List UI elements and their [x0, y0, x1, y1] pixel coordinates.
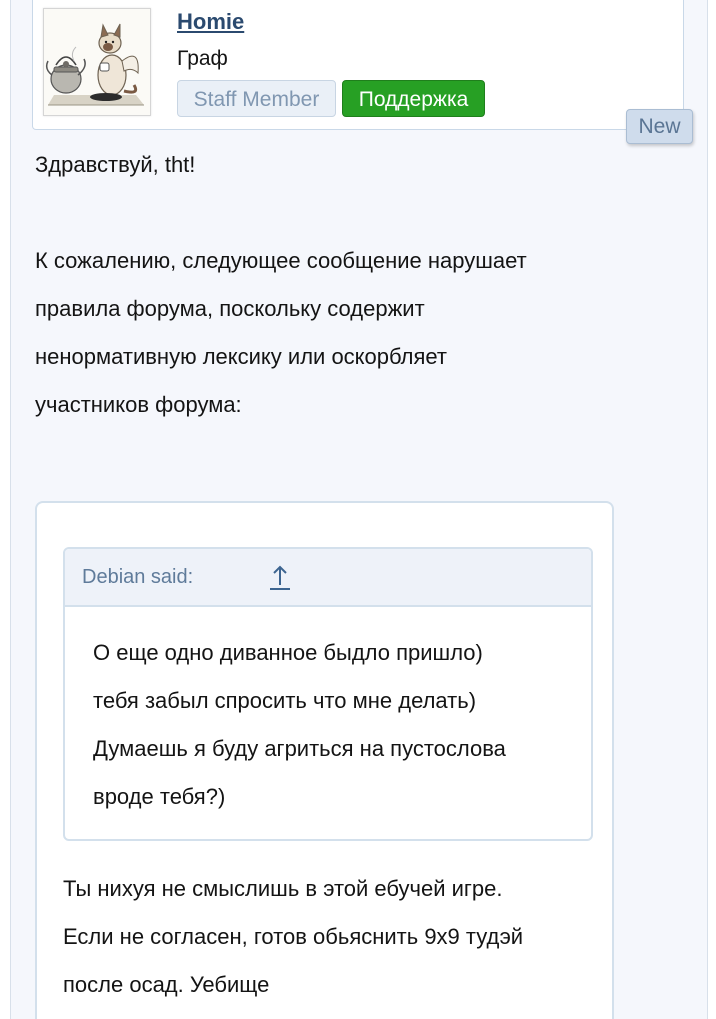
quote-line: Думаешь я буду агриться на пустослова — [93, 736, 506, 761]
reply-line: после осад. Уебище — [63, 972, 270, 997]
message-greeting: Здравствуй, tht! — [35, 152, 196, 177]
staff-member-badge: Staff Member — [177, 80, 336, 117]
quote-line: О еще одно диванное быдло пришло) — [93, 640, 483, 665]
avatar[interactable] — [43, 8, 151, 116]
message-line: К сожалению, следующее сообщение нарушае… — [35, 248, 527, 273]
quote-block: Debian said: О еще одно диванное быдло п… — [63, 547, 593, 841]
reply-line: Если не согласен, готов обьяснить 9х9 ту… — [63, 924, 524, 949]
quote-line: тебя забыл спросить что мне делать) — [93, 688, 477, 713]
arrow-up-icon[interactable] — [269, 563, 291, 591]
quote-header: Debian said: — [65, 549, 591, 607]
reply-line: Ты нихуя не смыслишь в этой ебучей игре. — [63, 876, 503, 901]
user-title: Граф — [177, 47, 228, 70]
support-badge: Поддержка — [342, 80, 485, 117]
new-badge: New — [626, 109, 693, 144]
message-line: участников форума: — [35, 392, 242, 417]
quote-author: Debian said: — [82, 566, 194, 588]
username-link[interactable]: Homie — [177, 8, 244, 36]
message-line: правила форума, поскольку содержит — [35, 296, 425, 321]
message-line: ненормативную лексику или оскорбляет — [35, 344, 447, 369]
quote-line: вроде тебя?) — [93, 784, 226, 809]
cat-with-teapot-avatar-icon — [44, 9, 150, 115]
